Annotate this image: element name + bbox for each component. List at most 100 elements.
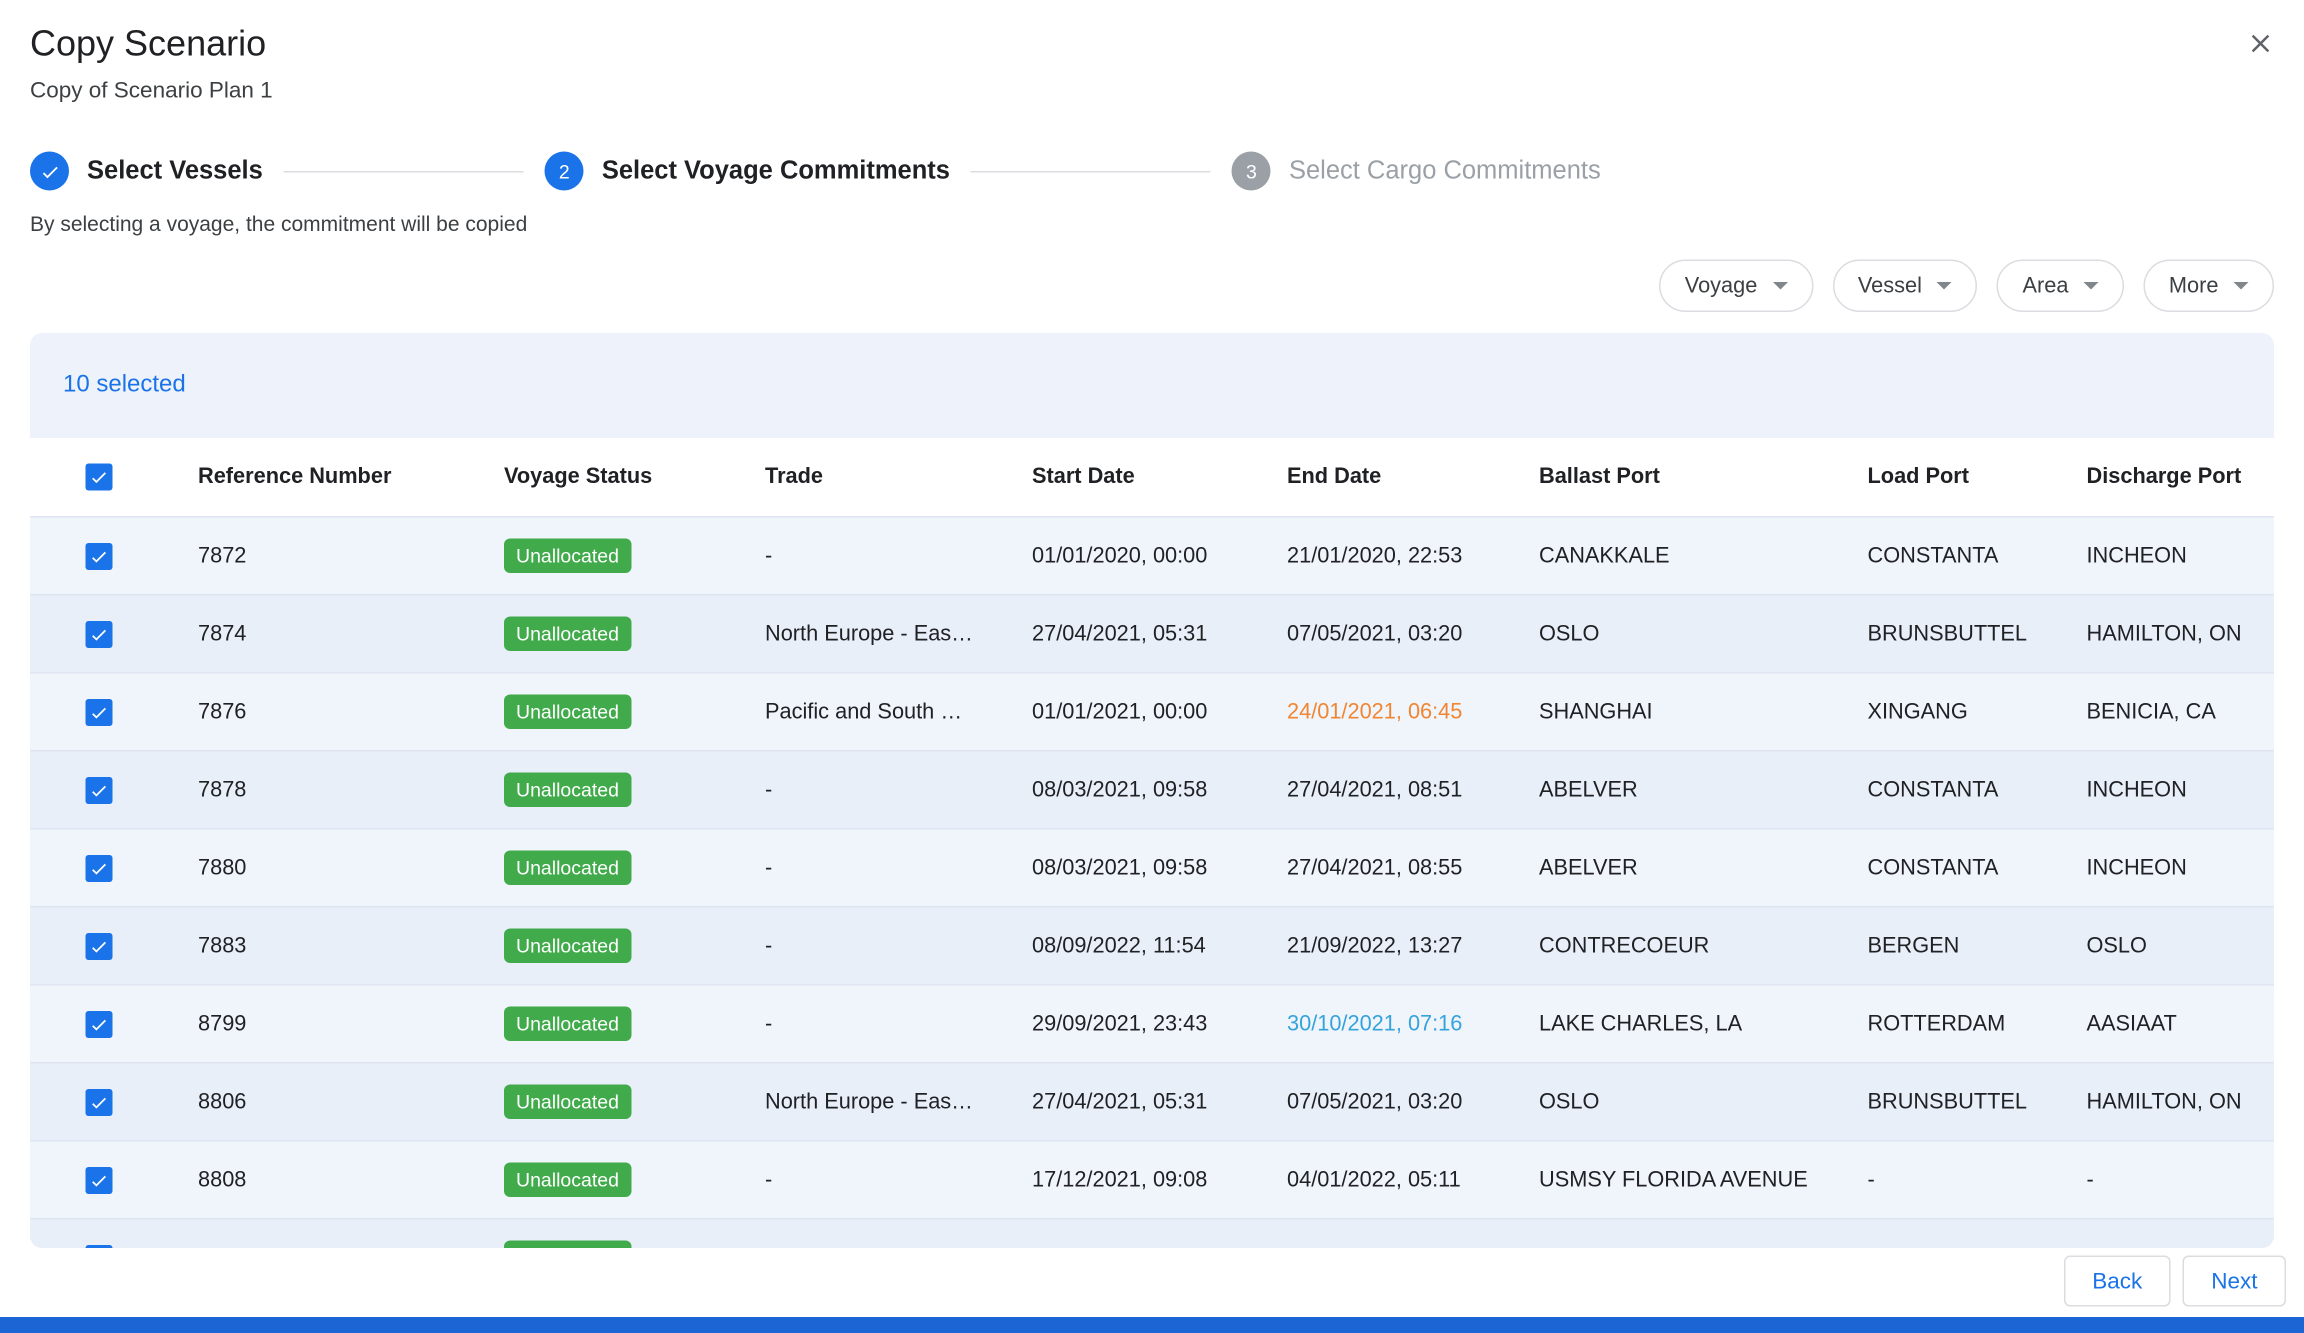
step-select-cargo-commitments[interactable]: 3 Select Cargo Commitments [1232, 152, 1601, 191]
end-date-cell: 30/10/2021, 07:16 [1287, 1012, 1539, 1036]
table-row: 7876 Unallocated Pacific and South … 01/… [30, 672, 2274, 750]
start-date-cell: 27/04/2021, 05:31 [1032, 622, 1287, 646]
column-header-trade: Trade [765, 465, 1032, 489]
step-1-indicator [30, 152, 69, 191]
more-filter-button[interactable]: More [2143, 260, 2274, 313]
step-2-label: Select Voyage Commitments [602, 156, 950, 186]
load-port-cell: - [1868, 1168, 2087, 1192]
trade-cell: Pacific and South … [765, 700, 1032, 724]
end-date-cell: 07/05/2021, 03:20 [1287, 622, 1539, 646]
check-icon [38, 160, 61, 183]
load-port-cell: CONSTANTA [1868, 778, 2087, 802]
chevron-down-icon [2234, 282, 2249, 290]
row-checkbox[interactable] [86, 1088, 113, 1115]
end-date-cell: 21/09/2022, 13:27 [1287, 934, 1539, 958]
status-badge: Unallocated [504, 695, 631, 730]
start-date-cell: 29/09/2021, 23:43 [1032, 1012, 1287, 1036]
back-button[interactable]: Back [2064, 1256, 2171, 1307]
end-date-cell: 07/05/2021, 03:20 [1287, 1090, 1539, 1114]
row-checkbox[interactable] [86, 776, 113, 803]
discharge-port-cell: HAMILTON, ON [2087, 622, 2275, 646]
load-port-cell: XINGANG [1868, 700, 2087, 724]
stepper: Select Vessels 2 Select Voyage Commitmen… [0, 152, 2304, 191]
more-filter-label: More [2169, 274, 2219, 298]
step-3-label: Select Cargo Commitments [1289, 156, 1601, 186]
load-port-cell: ROTTERDAM [1868, 1012, 2087, 1036]
check-icon [89, 779, 110, 800]
check-icon [89, 1013, 110, 1034]
close-button[interactable] [2238, 21, 2283, 66]
row-checkbox[interactable] [86, 1244, 113, 1248]
table-row: 7883 Unallocated - 08/09/2022, 11:54 21/… [30, 906, 2274, 984]
load-port-cell: BRUNSBUTTEL [1868, 622, 2087, 646]
load-port-cell: BRUNSBUTTEL [1868, 1090, 2087, 1114]
reference-number-cell: 7878 [198, 778, 504, 802]
reference-number-cell: 7876 [198, 700, 504, 724]
column-header-voyage-status: Voyage Status [504, 465, 765, 489]
footer-actions: Back Next [2064, 1256, 2286, 1307]
stepper-connector [284, 170, 524, 172]
end-date-cell: 04/01/2022, 05:11 [1287, 1168, 1539, 1192]
next-button[interactable]: Next [2183, 1256, 2286, 1307]
start-date-cell: 01/01/2021, 00:00 [1032, 700, 1287, 724]
reference-number-cell: 7883 [198, 934, 504, 958]
ballast-port-cell: SHANGHAI [1539, 700, 1868, 724]
row-checkbox[interactable] [86, 1166, 113, 1193]
load-port-cell: - [1868, 1246, 2087, 1248]
table-row: 8799 Unallocated - 29/09/2021, 23:43 30/… [30, 984, 2274, 1062]
area-filter-button[interactable]: Area [1997, 260, 2124, 313]
reference-number-cell: 8808 [198, 1168, 504, 1192]
ballast-port-cell: LAKE CHARLES, LA [1539, 1012, 1868, 1036]
step-select-voyage-commitments[interactable]: 2 Select Voyage Commitments [545, 152, 950, 191]
check-icon [89, 935, 110, 956]
status-badge: Unallocated [504, 929, 631, 964]
trade-cell: North Europe - Eas… [765, 1090, 1032, 1114]
reference-number-cell: 7872 [198, 544, 504, 568]
row-checkbox[interactable] [86, 620, 113, 647]
table-row: 7878 Unallocated - 08/03/2021, 09:58 27/… [30, 750, 2274, 828]
ballast-port-cell: CONTRECOEUR [1539, 934, 1868, 958]
row-checkbox[interactable] [86, 854, 113, 881]
check-icon [89, 1247, 110, 1248]
copy-scenario-modal: Copy Scenario Copy of Scenario Plan 1 Se… [0, 0, 2304, 1333]
row-checkbox[interactable] [86, 1010, 113, 1037]
end-date-cell: 24/01/2021, 06:45 [1287, 700, 1539, 724]
discharge-port-cell: - [2087, 1246, 2275, 1248]
discharge-port-cell: OSLO [2087, 934, 2275, 958]
end-date-cell: 04/01/2022, 05:11 [1287, 1246, 1539, 1248]
table-header: Reference Number Voyage Status Trade Sta… [30, 438, 2274, 516]
table-row: 8808 Unallocated - 17/12/2021, 09:08 04/… [30, 1140, 2274, 1218]
trade-cell: - [765, 856, 1032, 880]
discharge-port-cell: - [2087, 1168, 2275, 1192]
row-checkbox[interactable] [86, 542, 113, 569]
filters-bar: Voyage Vessel Area More [0, 260, 2304, 313]
trade-cell: - [765, 778, 1032, 802]
check-icon [89, 1091, 110, 1112]
vessel-filter-button[interactable]: Vessel [1832, 260, 1977, 313]
check-icon [89, 467, 110, 488]
trade-cell: - [765, 1246, 1032, 1248]
trade-cell: - [765, 1168, 1032, 1192]
start-date-cell: 27/04/2021, 05:31 [1032, 1090, 1287, 1114]
status-badge: Unallocated [504, 1163, 631, 1198]
column-header-start-date: Start Date [1032, 465, 1287, 489]
row-checkbox[interactable] [86, 698, 113, 725]
check-icon [89, 857, 110, 878]
step-3-indicator: 3 [1232, 152, 1271, 191]
select-all-checkbox[interactable] [86, 464, 113, 491]
status-badge: Unallocated [504, 1241, 631, 1249]
discharge-port-cell: HAMILTON, ON [2087, 1090, 2275, 1114]
reference-number-cell: 8806 [198, 1090, 504, 1114]
column-header-end-date: End Date [1287, 465, 1539, 489]
ballast-port-cell: CANAKKALE [1539, 544, 1868, 568]
start-date-cell: 17/12/2021, 09:08 [1032, 1168, 1287, 1192]
close-icon [2246, 29, 2276, 59]
ballast-port-cell: OSLO [1539, 1090, 1868, 1114]
step-select-vessels[interactable]: Select Vessels [30, 152, 263, 191]
voyage-filter-button[interactable]: Voyage [1659, 260, 1813, 313]
modal-header: Copy Scenario Copy of Scenario Plan 1 [0, 0, 2304, 104]
start-date-cell: 17/12/2021, 09:08 [1032, 1246, 1287, 1248]
status-badge: Unallocated [504, 851, 631, 886]
row-checkbox[interactable] [86, 932, 113, 959]
discharge-port-cell: AASIAAT [2087, 1012, 2275, 1036]
